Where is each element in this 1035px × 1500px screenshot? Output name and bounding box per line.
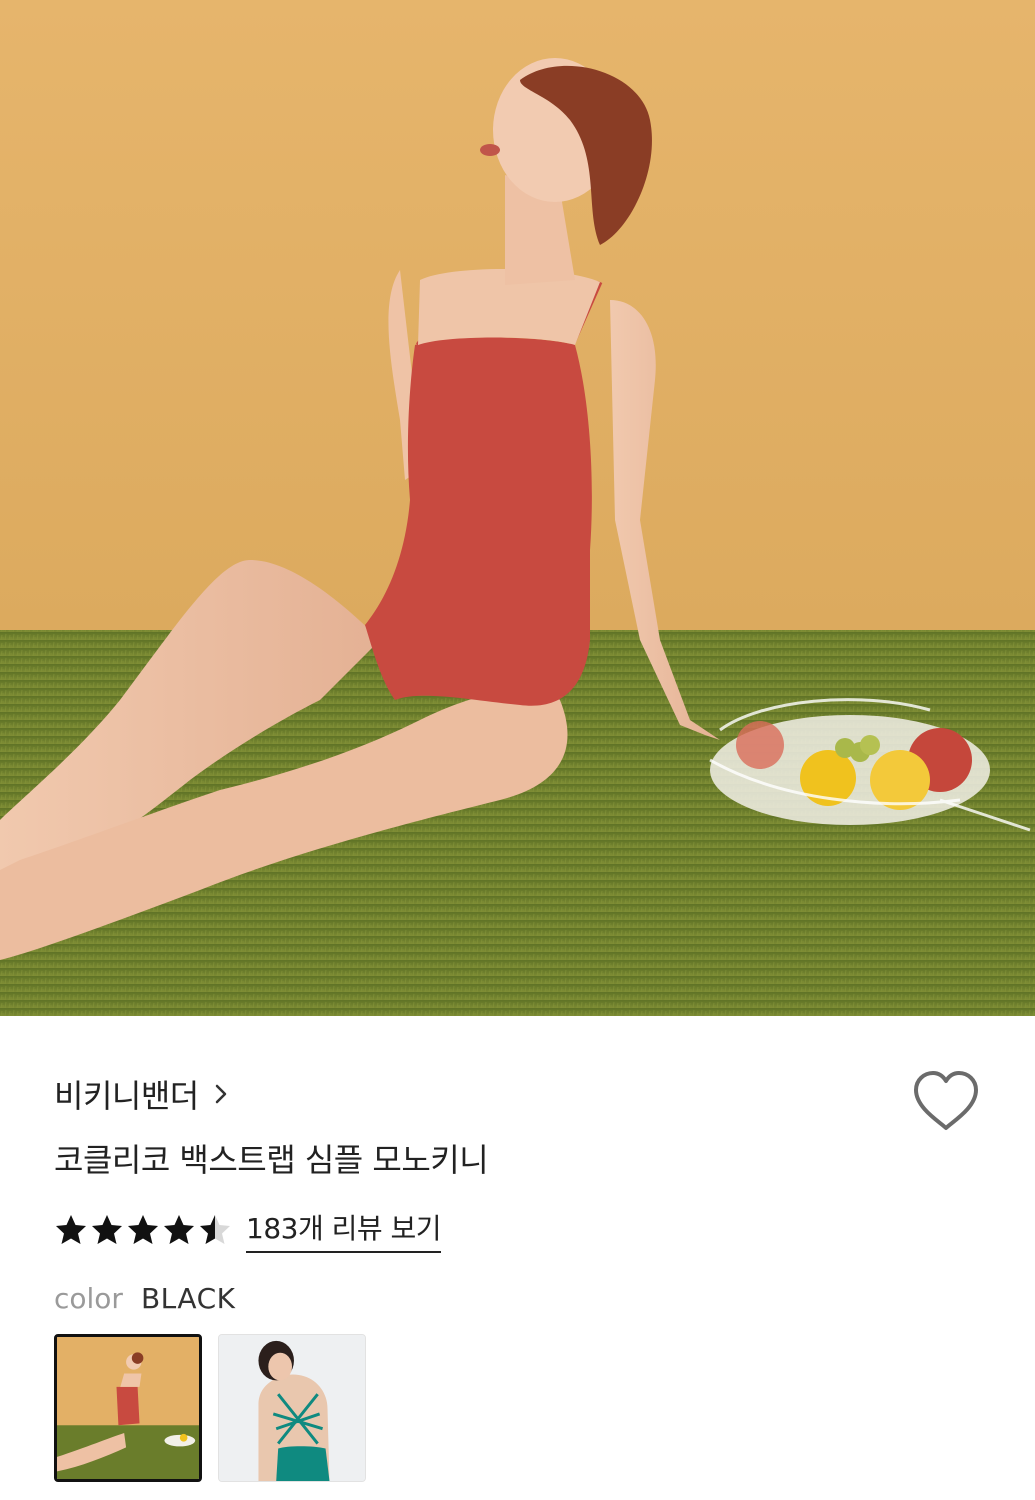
swatch-thumbnail <box>57 1337 199 1479</box>
product-hero-image[interactable] <box>0 0 1035 1016</box>
chevron-right-icon <box>215 1084 226 1104</box>
product-title: 코클리코 백스트랩 심플 모노키니 <box>54 1141 489 1179</box>
brand-name: 비키니밴더 <box>54 1077 199 1115</box>
star-full-icon <box>128 1215 158 1244</box>
star-half-icon <box>200 1215 230 1244</box>
star-full-icon <box>56 1215 86 1244</box>
swatch-thumbnail <box>219 1335 365 1481</box>
model-photo <box>0 0 1035 1016</box>
color-swatch-red[interactable] <box>54 1334 202 1482</box>
color-value: BLACK <box>140 1282 236 1315</box>
star-full-icon <box>92 1215 122 1244</box>
rating-row: 183개 리뷰 보기 <box>54 1206 442 1254</box>
color-label: color <box>54 1282 123 1315</box>
color-swatches <box>54 1334 366 1482</box>
wishlist-heart-icon[interactable] <box>912 1070 980 1132</box>
brand-link[interactable]: 비키니밴더 <box>54 1072 229 1116</box>
rating-stars <box>54 1213 232 1247</box>
review-link[interactable]: 183개 리뷰 보기 <box>246 1207 442 1253</box>
color-selector: color BLACK <box>54 1282 235 1315</box>
star-full-icon <box>164 1215 194 1244</box>
color-swatch-teal[interactable] <box>218 1334 366 1482</box>
